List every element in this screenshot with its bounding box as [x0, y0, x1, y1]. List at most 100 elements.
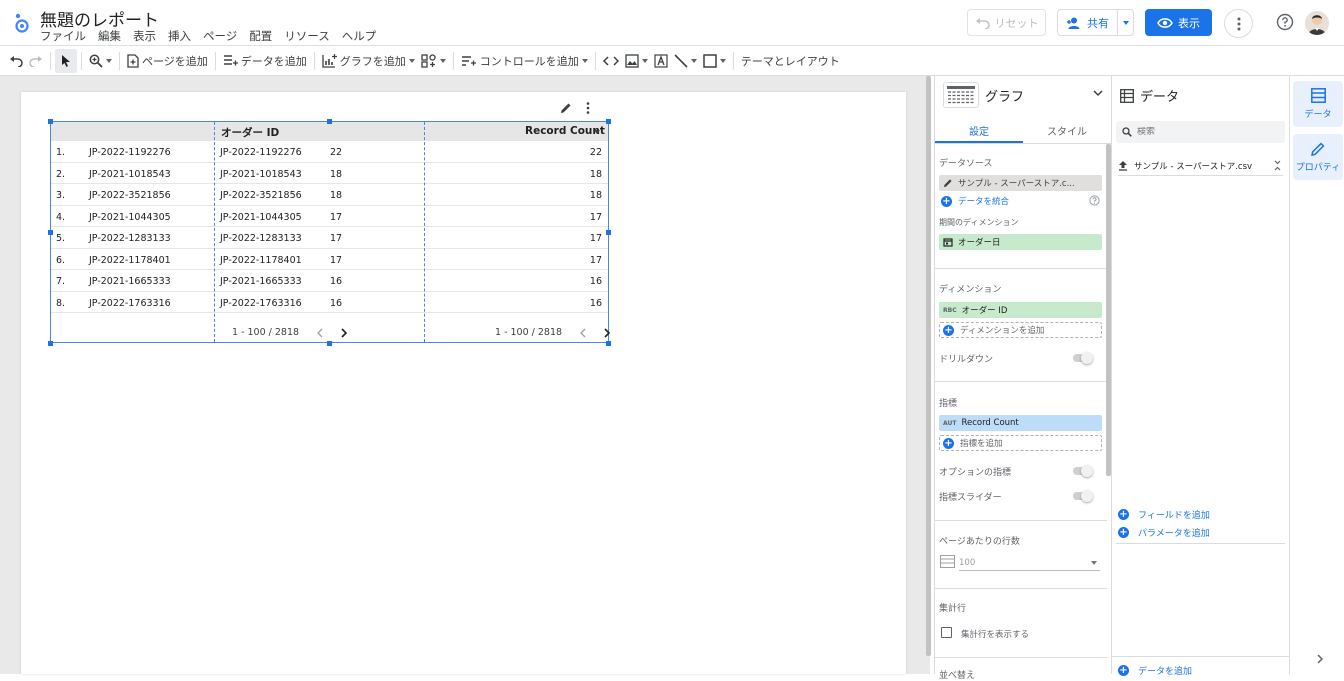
aggregation-tag: AUT [943, 419, 957, 427]
add-metric-button[interactable]: + 指標を追加 [939, 435, 1102, 451]
table-row[interactable]: 6. JP-2022-1178401 JP-2022-1178401 17 17 [51, 249, 608, 270]
view-button[interactable]: 表示 [1145, 9, 1212, 36]
zoom-button[interactable] [86, 49, 115, 73]
metric-slider-toggle[interactable] [1073, 490, 1093, 502]
show-summary-checkbox[interactable] [941, 627, 952, 638]
chevron-right-icon[interactable] [341, 327, 348, 338]
image-button[interactable] [622, 49, 651, 73]
column-divider[interactable] [424, 122, 425, 342]
chart-type-label: グラフ [985, 89, 1025, 105]
more-options-button[interactable] [1224, 9, 1253, 38]
dimension-header[interactable]: オーダー ID [221, 125, 279, 140]
line-button[interactable] [671, 49, 700, 73]
menu-insert[interactable]: 挿入 [168, 28, 191, 44]
more-vert-icon[interactable] [586, 102, 590, 114]
tab-style[interactable]: スタイル [1023, 116, 1111, 143]
add-control-icon [461, 55, 476, 66]
optional-metrics-toggle[interactable] [1073, 465, 1093, 477]
drilldown-toggle[interactable] [1073, 352, 1093, 364]
shape-button[interactable] [700, 49, 729, 73]
user-avatar[interactable] [1305, 11, 1329, 35]
community-visualizations-button[interactable] [418, 49, 449, 73]
add-field-button[interactable]: + フィールドを追加 [1118, 508, 1210, 521]
resize-handle[interactable] [327, 341, 332, 346]
resize-handle[interactable] [327, 119, 332, 124]
chart-type-header[interactable]: グラフ [935, 76, 1111, 114]
table-row[interactable]: 4. JP-2021-1044305 JP-2021-1044305 17 17 [51, 206, 608, 227]
resize-handle[interactable] [48, 230, 53, 235]
resize-handle[interactable] [606, 341, 611, 346]
add-control-button[interactable]: コントロールを追加 [458, 49, 591, 73]
table-row[interactable]: 8. JP-2022-1763316 JP-2022-1763316 16 16 [51, 292, 608, 313]
help-icon[interactable] [1276, 13, 1294, 31]
table-row[interactable]: 3. JP-2022-3521856 JP-2022-3521856 18 18 [51, 184, 608, 206]
chevron-left-icon[interactable] [317, 328, 323, 338]
menu-view[interactable]: 表示 [133, 28, 156, 44]
resize-handle[interactable] [48, 341, 53, 346]
redo-button[interactable] [26, 49, 46, 73]
canvas-scrollbar[interactable] [926, 76, 931, 656]
resize-handle[interactable] [606, 119, 611, 124]
dimension-value: オーダー ID [961, 306, 1008, 316]
rows-per-page-select[interactable]: 100 [959, 555, 1100, 571]
search-field[interactable] [1116, 121, 1285, 143]
add-parameter-button[interactable]: + パラメータを追加 [1118, 526, 1210, 539]
data-source-name: サンプル - スーパーストア.csv [1134, 161, 1253, 172]
metric-header[interactable]: Record Count [525, 125, 605, 137]
menu-help[interactable]: ヘルプ [342, 28, 377, 44]
help-icon[interactable] [1089, 195, 1100, 206]
theme-layout-button[interactable]: テーマとレイアウト [738, 49, 843, 73]
sort-label: 並べ替え [939, 671, 976, 681]
menu-resource[interactable]: リソース [284, 28, 329, 44]
blend-data-button[interactable]: + データを統合 [941, 195, 1009, 207]
embed-url-button[interactable] [600, 49, 622, 73]
search-input[interactable] [1137, 127, 1277, 137]
share-dropdown-button[interactable] [1118, 10, 1133, 35]
table-row[interactable]: 1. JP-2022-1192276 JP-2022-1192276 22 22 [51, 141, 608, 163]
menu-edit[interactable]: 編集 [98, 28, 121, 44]
table-row[interactable]: 7. JP-2021-1665333 JP-2021-1665333 16 16 [51, 270, 608, 292]
add-metric-label: 指標を追加 [960, 439, 1003, 449]
sort-desc-icon[interactable] [594, 130, 600, 134]
tab-setup[interactable]: 設定 [935, 116, 1023, 143]
rail-data-button[interactable]: データ [1293, 81, 1343, 127]
chevron-down-icon[interactable] [1093, 90, 1103, 97]
table-row[interactable]: 5. JP-2022-1283133 JP-2022-1283133 17 17 [51, 227, 608, 249]
text-button[interactable] [651, 49, 671, 73]
dimension-chip[interactable]: RBC オーダー ID [939, 302, 1102, 318]
looker-studio-logo-icon[interactable] [12, 11, 32, 33]
menu-file[interactable]: ファイル [40, 28, 86, 44]
share-button[interactable]: 共有 [1057, 9, 1134, 36]
undo-icon [10, 55, 23, 67]
add-chart-button[interactable]: グラフを追加 [319, 49, 418, 73]
select-tool-button[interactable] [55, 48, 77, 73]
resize-handle[interactable] [606, 230, 611, 235]
menu-page[interactable]: ページ [203, 28, 237, 44]
resize-handle[interactable] [48, 119, 53, 124]
rail-properties-button[interactable]: プロパティ [1293, 134, 1343, 180]
table-header: オーダー ID Record Count [51, 122, 608, 141]
metric-chip[interactable]: AUT Record Count [939, 415, 1102, 431]
add-data-source-button[interactable]: + データを追加 [1118, 664, 1192, 677]
add-data-button[interactable]: データを追加 [220, 49, 310, 73]
chevron-right-icon[interactable] [1317, 654, 1323, 664]
order-id-cell: JP-2022-1283133 [220, 233, 302, 244]
chevron-right-icon[interactable] [604, 327, 611, 338]
chevron-left-icon[interactable] [580, 328, 586, 338]
pencil-icon[interactable] [560, 102, 572, 114]
table-row[interactable]: 2. JP-2021-1018543 JP-2021-1018543 18 18 [51, 163, 608, 184]
reset-button[interactable]: リセット [967, 9, 1046, 36]
share-label: 共有 [1087, 16, 1109, 30]
date-dimension-chip[interactable]: オーダー日 [939, 234, 1102, 250]
table-chart[interactable]: オーダー ID Record Count 1. JP-2022-1192276 JP… [50, 121, 609, 343]
pencil-icon[interactable] [943, 178, 953, 188]
menu-arrange[interactable]: 配置 [249, 28, 272, 44]
column-divider[interactable] [214, 122, 215, 342]
collapse-icon[interactable] [1274, 160, 1281, 171]
chevron-down-icon [690, 58, 697, 63]
data-source-item[interactable]: サンプル - スーパーストア.csv [1118, 156, 1283, 176]
data-source-chip[interactable]: サンプル - スーパーストア.c... [939, 175, 1102, 191]
add-page-button[interactable]: ページを追加 [124, 49, 211, 73]
undo-button[interactable] [6, 49, 26, 73]
add-dimension-button[interactable]: + ディメンションを追加 [939, 322, 1102, 338]
